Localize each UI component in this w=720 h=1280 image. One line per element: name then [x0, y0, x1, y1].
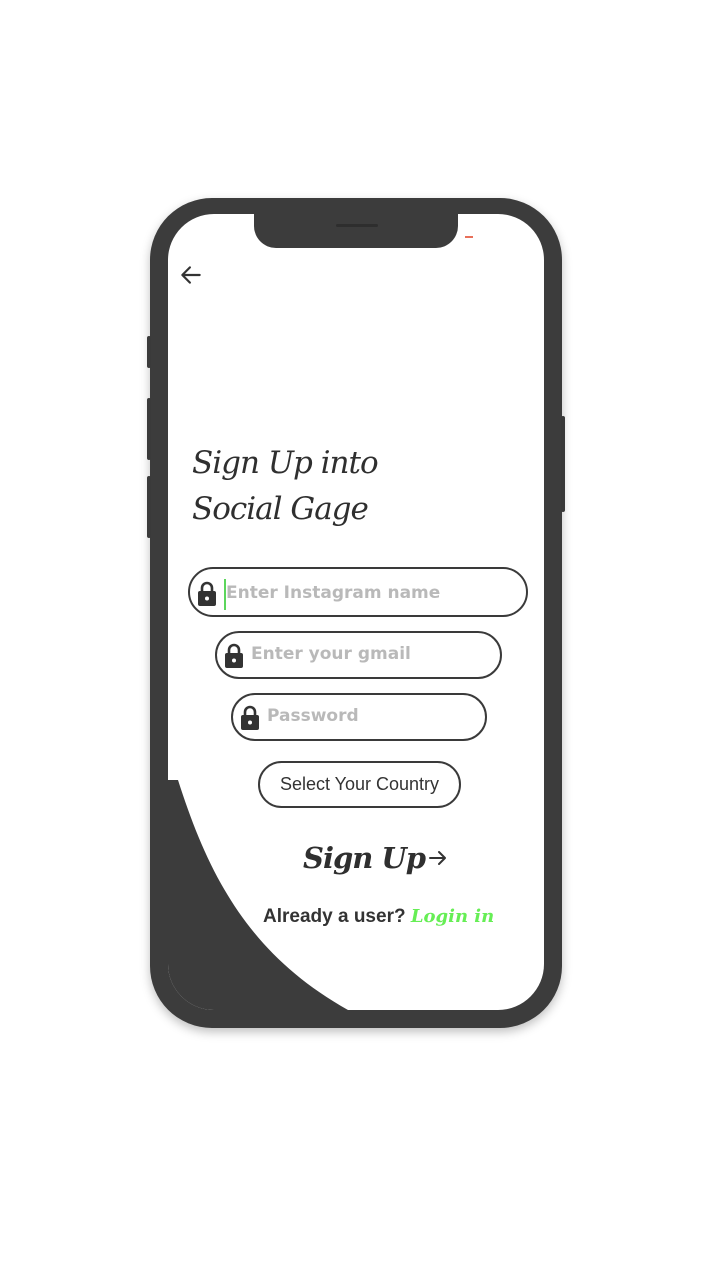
page-title: Sign Up into Social Gage — [192, 440, 379, 532]
arrow-right-icon — [429, 851, 446, 865]
password-input[interactable] — [267, 703, 477, 729]
password-field — [231, 693, 487, 741]
lock-icon — [198, 581, 216, 606]
gmail-field — [215, 631, 502, 679]
gmail-input[interactable] — [251, 641, 491, 667]
instagram-name-field — [188, 567, 528, 617]
title-line-1: Sign Up into — [192, 445, 379, 481]
phone-mute-switch — [147, 336, 151, 368]
login-prompt: Already a user? Login in — [263, 906, 494, 928]
instagram-name-input[interactable] — [226, 580, 516, 606]
phone-power-button — [561, 416, 565, 512]
arrow-left-icon[interactable] — [178, 262, 204, 288]
status-indicator — [465, 236, 473, 238]
title-line-2: Social Gage — [192, 491, 369, 527]
lock-icon — [225, 643, 243, 668]
login-link[interactable]: Login in — [411, 906, 494, 927]
sign-up-button[interactable]: Sign Up — [303, 836, 448, 880]
sign-up-label: Sign Up — [303, 841, 426, 875]
phone-volume-up-button — [147, 398, 151, 460]
already-user-text: Already a user? — [263, 906, 406, 927]
phone-speaker — [336, 224, 378, 227]
select-country-button[interactable]: Select Your Country — [258, 761, 461, 808]
lock-icon — [241, 705, 259, 730]
phone-volume-down-button — [147, 476, 151, 538]
phone-notch — [254, 214, 458, 248]
